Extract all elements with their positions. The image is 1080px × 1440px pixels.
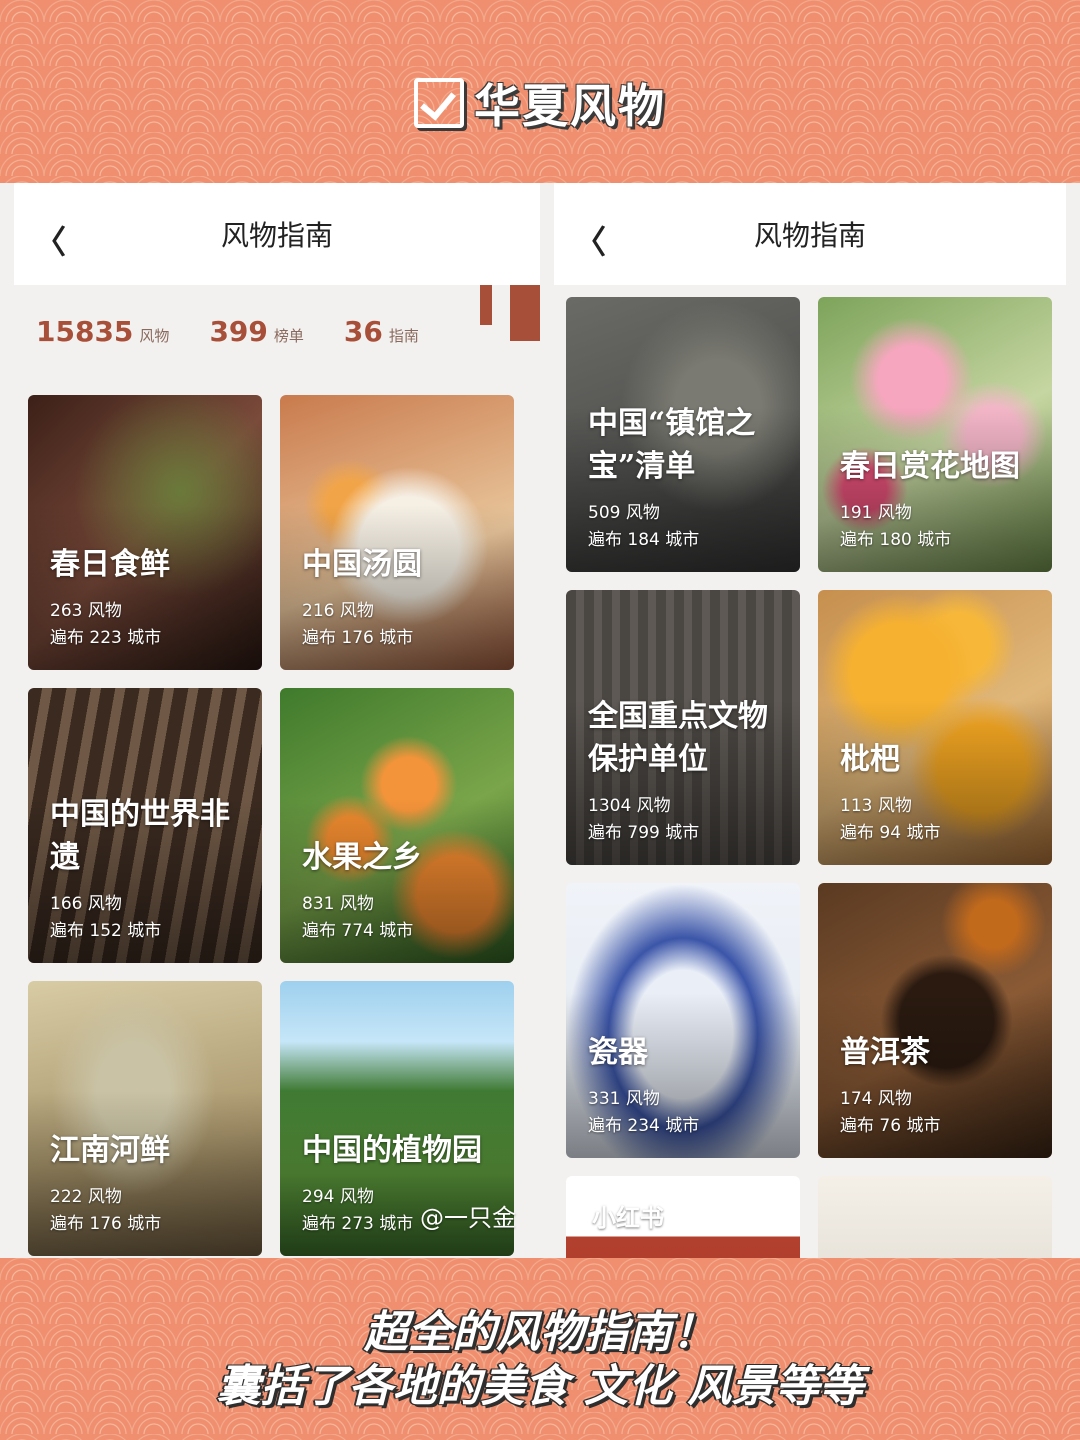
right-screen: 〈 风物指南 中国“镇馆之宝”清单 509 风物 遍布 184 城市 春日赏花地… xyxy=(554,183,1066,1258)
card-info: 普洱茶 174 风物 遍布 76 城市 xyxy=(840,1031,1038,1140)
decoration-block xyxy=(510,285,540,341)
nav-bar: 〈 风物指南 xyxy=(554,183,1066,285)
card-count: 166 风物 xyxy=(50,894,122,914)
guide-card[interactable]: 春日食鲜 263 风物 遍布 223 城市 xyxy=(28,395,262,670)
nav-title: 风物指南 xyxy=(220,219,333,252)
card-info: 江南河鲜 222 风物 遍布 176 城市 xyxy=(50,1129,248,1238)
caption-line-2: 囊括了各地的美食 文化 风景等等 xyxy=(216,1361,864,1412)
card-cities: 遍布 176 城市 xyxy=(302,628,414,648)
stat-number: 15835 xyxy=(36,314,134,348)
guide-card[interactable]: 春日赏花地图 191 风物 遍布 180 城市 xyxy=(818,297,1052,572)
card-title: 中国的世界非遗 xyxy=(50,797,230,875)
post-title-text: 华夏风物 xyxy=(474,79,666,133)
card-title: 全国重点文物保护单位 xyxy=(588,699,768,777)
card-info: 春日食鲜 263 风物 遍布 223 城市 xyxy=(50,543,248,652)
card-count: 263 风物 xyxy=(50,601,122,621)
card-cities: 遍布 774 城市 xyxy=(302,921,414,941)
card-count: 191 风物 xyxy=(840,503,912,523)
guide-card[interactable]: 中国汤圆 216 风物 遍布 176 城市 xyxy=(280,395,514,670)
card-cities: 遍布 76 城市 xyxy=(840,1116,941,1136)
guide-card-partial[interactable] xyxy=(818,1176,1052,1258)
card-count: 222 风物 xyxy=(50,1187,122,1207)
stat-unit: 风物 xyxy=(139,326,170,345)
checkbox-icon xyxy=(414,78,464,128)
card-cities: 遍布 184 城市 xyxy=(588,530,700,550)
card-count: 174 风物 xyxy=(840,1089,912,1109)
decoration-bar xyxy=(480,285,492,325)
card-title: 春日赏花地图 xyxy=(840,449,1020,484)
card-title: 水果之乡 xyxy=(302,840,422,875)
guide-card[interactable]: 中国的世界非遗 166 风物 遍布 152 城市 xyxy=(28,688,262,963)
post-title: 华夏风物 xyxy=(0,70,1080,136)
card-title: 普洱茶 xyxy=(840,1035,930,1070)
card-cities: 遍布 94 城市 xyxy=(840,823,941,843)
stat-lists: 399 榜单 xyxy=(209,315,303,348)
card-count: 113 风物 xyxy=(840,796,912,816)
stat-items: 15835 风物 xyxy=(36,315,169,348)
card-count: 509 风物 xyxy=(588,503,660,523)
screenshot-panel: 〈 风物指南 15835 风物 399 榜单 36 指南 春日食鲜 263 风物… xyxy=(0,183,1080,1258)
card-info: 枇杷 113 风物 遍布 94 城市 xyxy=(840,738,1038,847)
left-screen: 〈 风物指南 15835 风物 399 榜单 36 指南 春日食鲜 263 风物… xyxy=(14,183,540,1258)
nav-bar: 〈 风物指南 xyxy=(14,183,540,285)
guide-card[interactable]: 枇杷 113 风物 遍布 94 城市 xyxy=(818,590,1052,865)
guide-card[interactable]: 瓷器 331 风物 遍布 234 城市 xyxy=(566,883,800,1158)
card-info: 瓷器 331 风物 遍布 234 城市 xyxy=(588,1031,786,1140)
card-title: 枇杷 xyxy=(840,742,900,777)
stat-number: 399 xyxy=(209,314,268,348)
stat-guides: 36 指南 xyxy=(344,315,419,348)
watermark-user: @一只金 xyxy=(420,1204,516,1232)
back-icon[interactable]: 〈 xyxy=(574,217,606,263)
guide-card[interactable]: 普洱茶 174 风物 遍布 76 城市 xyxy=(818,883,1052,1158)
nav-title: 风物指南 xyxy=(753,219,866,252)
stat-unit: 指南 xyxy=(388,326,419,345)
watermark-platform: 小红书 xyxy=(592,1204,664,1232)
card-info: 中国的世界非遗 166 风物 遍布 152 城市 xyxy=(50,793,248,945)
card-cities: 遍布 176 城市 xyxy=(50,1214,162,1234)
card-cities: 遍布 799 城市 xyxy=(588,823,700,843)
card-cities: 遍布 152 城市 xyxy=(50,921,162,941)
card-info: 水果之乡 831 风物 遍布 774 城市 xyxy=(302,836,500,945)
stat-number: 36 xyxy=(343,314,383,348)
card-title: 春日食鲜 xyxy=(50,547,170,582)
card-info: 中国“镇馆之宝”清单 509 风物 遍布 184 城市 xyxy=(588,402,786,554)
card-cities: 遍布 223 城市 xyxy=(50,628,162,648)
guide-card[interactable]: 中国“镇馆之宝”清单 509 风物 遍布 184 城市 xyxy=(566,297,800,572)
card-title: 江南河鲜 xyxy=(50,1133,170,1168)
card-info: 全国重点文物保护单位 1304 风物 遍布 799 城市 xyxy=(588,695,786,847)
card-info: 中国汤圆 216 风物 遍布 176 城市 xyxy=(302,543,500,652)
card-count: 1304 风物 xyxy=(588,796,671,816)
guide-grid: 春日食鲜 263 风物 遍布 223 城市 中国汤圆 216 风物 遍布 176… xyxy=(28,395,514,1256)
guide-card[interactable]: 江南河鲜 222 风物 遍布 176 城市 xyxy=(28,981,262,1256)
guide-card[interactable]: 全国重点文物保护单位 1304 风物 遍布 799 城市 xyxy=(566,590,800,865)
card-cities: 遍布 180 城市 xyxy=(840,530,952,550)
guide-grid: 中国“镇馆之宝”清单 509 风物 遍布 184 城市 春日赏花地图 191 风… xyxy=(566,297,1052,1258)
card-count: 831 风物 xyxy=(302,894,374,914)
card-info: 春日赏花地图 191 风物 遍布 180 城市 xyxy=(840,445,1038,554)
stat-unit: 榜单 xyxy=(273,326,304,345)
card-title: 中国汤圆 xyxy=(302,547,422,582)
card-title: 中国的植物园 xyxy=(302,1133,482,1168)
stats-bar: 15835 风物 399 榜单 36 指南 xyxy=(14,285,540,377)
card-title: 瓷器 xyxy=(588,1035,648,1070)
card-cities: 遍布 234 城市 xyxy=(588,1116,700,1136)
card-cities: 遍布 273 城市 xyxy=(302,1214,414,1234)
card-count: 216 风物 xyxy=(302,601,374,621)
card-count: 294 风物 xyxy=(302,1187,374,1207)
guide-card[interactable]: 水果之乡 831 风物 遍布 774 城市 xyxy=(280,688,514,963)
card-count: 331 风物 xyxy=(588,1089,660,1109)
card-title: 中国“镇馆之宝”清单 xyxy=(588,406,756,484)
back-icon[interactable]: 〈 xyxy=(34,217,66,263)
